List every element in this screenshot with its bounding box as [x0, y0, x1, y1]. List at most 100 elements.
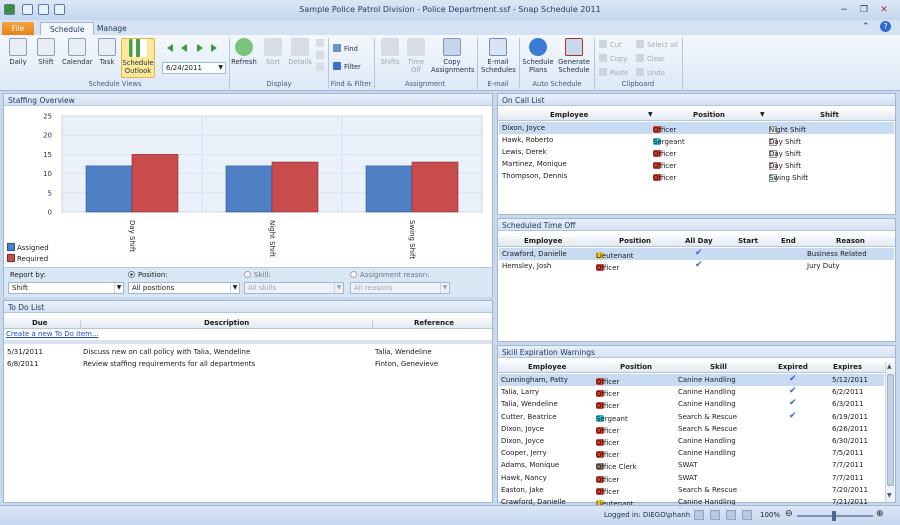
expired-check-icon: ✔ — [789, 386, 797, 397]
skill-row[interactable]: Cutter, Beatrice Sergeant Search & Rescue ✔… — [499, 411, 884, 423]
skill-radio[interactable]: Skill: — [244, 271, 271, 279]
tab-schedule[interactable]: Schedule — [40, 22, 95, 35]
collapse-ribbon-icon[interactable]: ⌃ — [862, 22, 870, 32]
schedule-plans-button[interactable]: Schedule Plans — [522, 38, 554, 74]
column-employee[interactable]: Employee — [524, 237, 562, 245]
daily-button[interactable]: Daily — [5, 38, 31, 66]
column-shift[interactable]: Shift — [820, 111, 839, 119]
first-date-icon[interactable] — [167, 44, 173, 52]
filter-icon — [333, 62, 341, 70]
view-option-icon[interactable] — [316, 39, 324, 47]
task-button[interactable]: Task — [94, 38, 120, 66]
filter-icon[interactable]: ▼ — [648, 111, 653, 118]
skill-row[interactable]: Hawk, Nancy Officer SWAT 7/7/2011 — [499, 472, 884, 484]
expires-cell: 7/20/2011 — [832, 485, 868, 494]
reason-select[interactable]: All reasons ▼ — [350, 282, 450, 294]
vertical-scrollbar[interactable]: ▲ ▼ — [885, 362, 895, 502]
time-off-button[interactable]: Time Off — [403, 38, 429, 74]
previous-date-icon[interactable] — [181, 44, 187, 52]
last-date-icon[interactable] — [211, 44, 217, 52]
view-reading-icon[interactable] — [726, 510, 736, 520]
position-radio[interactable]: Position: — [128, 271, 168, 279]
skill-row[interactable]: Dixon, Joyce Officer Search & Rescue 6/26/2… — [499, 423, 884, 435]
view-fullscreen-icon[interactable] — [742, 510, 752, 520]
zoom-in-icon[interactable]: ⊕ — [876, 509, 884, 519]
view-option-icon[interactable] — [316, 51, 324, 59]
copy-assignments-button[interactable]: Copy Assignments — [431, 38, 475, 74]
generate-schedule-button[interactable]: Generate Schedule — [556, 38, 592, 74]
view-option-icon[interactable] — [316, 63, 324, 71]
on-call-row[interactable]: Martinez, Monique Officer Day Shift — [499, 158, 894, 170]
skill-select[interactable]: All skills ▼ — [244, 282, 344, 294]
group-find-filter: Find & Filter — [330, 80, 372, 88]
sort-button[interactable]: Sort — [260, 38, 286, 66]
shifts-button[interactable]: Shifts — [377, 38, 403, 66]
column-skill[interactable]: Skill — [710, 363, 727, 371]
on-call-row[interactable]: Thompson, Dennis Officer Swing Shift — [499, 170, 894, 182]
legend-assigned: Assigned — [7, 243, 49, 252]
zoom-slider-thumb[interactable] — [832, 511, 836, 521]
on-call-row[interactable]: Lewis, Derek Officer Day Shift — [499, 146, 894, 158]
paste-button[interactable]: Paste — [599, 68, 628, 77]
column-due[interactable]: Due — [32, 319, 48, 327]
todo-row[interactable]: 6/8/2011 Review staffing requirements for… — [5, 358, 491, 370]
calendar-button[interactable]: Calendar — [62, 38, 93, 66]
next-date-icon[interactable] — [197, 44, 203, 52]
clear-button[interactable]: Clear — [636, 54, 665, 63]
column-reference[interactable]: Reference — [414, 319, 454, 327]
tab-file[interactable]: File — [2, 22, 34, 35]
skill-row[interactable]: Easton, Jake Officer Search & Rescue 7/20/2… — [499, 484, 884, 496]
report-by-select[interactable]: Shift ▼ — [8, 282, 124, 294]
column-expired[interactable]: Expired — [778, 363, 808, 371]
details-button[interactable]: Details — [287, 38, 313, 66]
refresh-button[interactable]: Refresh — [231, 38, 257, 66]
view-normal-icon[interactable] — [694, 510, 704, 520]
column-end[interactable]: End — [781, 237, 796, 245]
skill-row[interactable]: Adams, Monique Office Clerk SWAT 7/7/2011 — [499, 459, 884, 471]
close-button[interactable]: ✕ — [878, 5, 890, 15]
email-schedules-button[interactable]: E-mail Schedules — [481, 38, 516, 74]
view-layout-icon[interactable] — [710, 510, 720, 520]
restore-button[interactable]: ❐ — [858, 5, 870, 15]
cut-button[interactable]: Cut — [599, 40, 622, 49]
select-all-button[interactable]: Select all — [636, 40, 678, 49]
tab-manage[interactable]: Manage — [88, 22, 136, 35]
skill-row[interactable]: Cunningham, Patty Officer Canine Handling ✔… — [499, 374, 884, 386]
undo-button[interactable]: Undo — [636, 68, 665, 77]
minimize-button[interactable]: − — [838, 5, 850, 15]
scrollbar-thumb[interactable] — [887, 374, 894, 486]
filter-button[interactable]: Filter — [333, 62, 361, 71]
column-employee[interactable]: Employee — [528, 363, 566, 371]
help-icon[interactable]: ? — [880, 21, 891, 32]
reason-radio[interactable]: Assignment reason: — [350, 271, 429, 279]
skill-row[interactable]: Cooper, Jerry Officer Canine Handling 7/5/2… — [499, 447, 884, 459]
column-expires[interactable]: Expires — [833, 363, 862, 371]
skill-row[interactable]: Talia, Wendeline Officer Canine Handling ✔ 6… — [499, 398, 884, 410]
shift-button[interactable]: Shift — [33, 38, 59, 66]
find-button[interactable]: Find — [333, 44, 358, 53]
time-off-row[interactable]: Hemsley, Josh Officer ✔ Jury Duty — [499, 260, 894, 272]
schedule-outlook-button[interactable]: Schedule Outlook — [121, 38, 155, 78]
date-picker[interactable]: 6/24/2011 ▼ — [162, 62, 226, 74]
time-off-row[interactable]: Crawford, Danielle Lieutenant ✔ Business Re… — [499, 248, 894, 260]
column-position[interactable]: Position — [693, 111, 725, 119]
column-reason[interactable]: Reason — [836, 237, 865, 245]
scroll-down-icon[interactable]: ▼ — [887, 492, 892, 499]
on-call-row[interactable]: Dixon, Joyce Officer Night Shift — [499, 122, 894, 134]
skill-row[interactable]: Talia, Larry Officer Canine Handling ✔ 6/2/2… — [499, 386, 884, 398]
copy-button[interactable]: Copy — [599, 54, 627, 63]
column-position[interactable]: Position — [619, 237, 651, 245]
column-description[interactable]: Description — [204, 319, 249, 327]
zoom-out-icon[interactable]: ⊖ — [785, 509, 793, 519]
on-call-row[interactable]: Hawk, Roberto Sergeant Day Shift — [499, 134, 894, 146]
column-all-day[interactable]: All Day — [685, 237, 713, 245]
column-employee[interactable]: Employee — [550, 111, 588, 119]
todo-row[interactable]: 5/31/2011 Discuss new on call policy with… — [5, 346, 491, 358]
create-todo-link[interactable]: Create a new To Do item... — [6, 330, 99, 338]
column-start[interactable]: Start — [738, 237, 758, 245]
scroll-up-icon[interactable]: ▲ — [887, 363, 892, 370]
skill-row[interactable]: Dixon, Joyce Officer Canine Handling 6/30/2… — [499, 435, 884, 447]
column-position[interactable]: Position — [620, 363, 652, 371]
filter-icon[interactable]: ▼ — [760, 111, 765, 118]
position-select[interactable]: All positions ▼ — [128, 282, 240, 294]
